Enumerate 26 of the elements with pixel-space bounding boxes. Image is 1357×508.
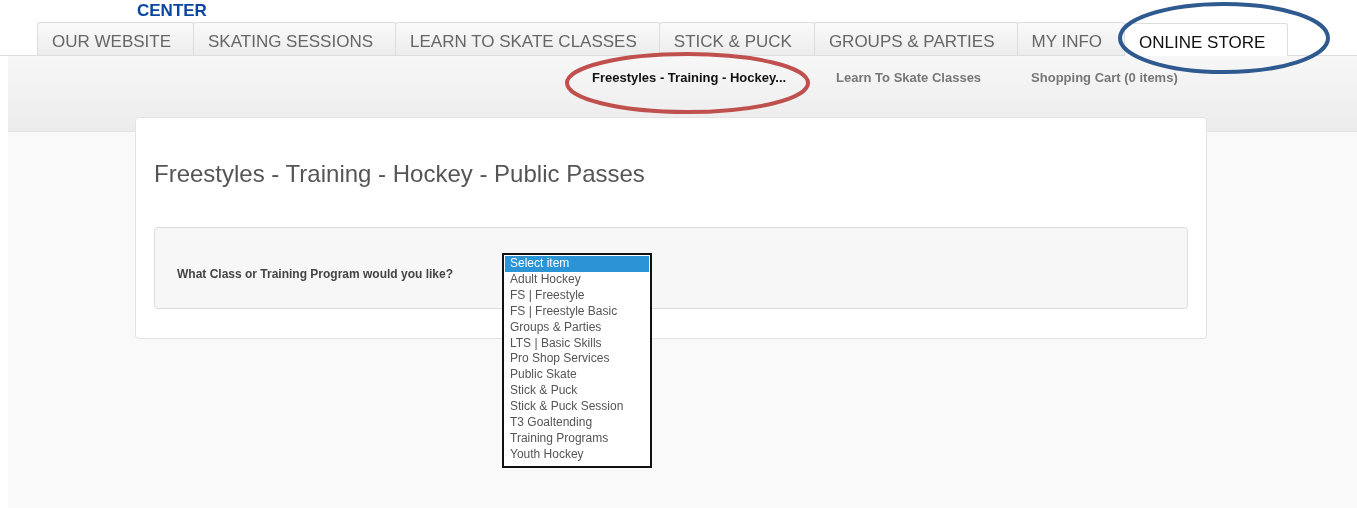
program-listbox[interactable] — [502, 253, 652, 468]
list-option[interactable]: Youth Hockey — [505, 446, 649, 463]
list-option[interactable]: Stick & Puck Session — [505, 399, 649, 416]
subnav-link[interactable]: Freestyles - Training - Hockey... — [592, 68, 787, 88]
subnav-link[interactable]: Shopping Cart (0 items) — [1031, 68, 1178, 88]
list-option[interactable]: Pro Shop Services — [505, 351, 649, 368]
list-option[interactable]: LTS | Basic Skills — [505, 335, 649, 352]
list-option[interactable]: Training Programs — [505, 430, 649, 447]
list-option[interactable]: Stick & Puck — [505, 383, 649, 400]
list-option[interactable]: Public Skate — [505, 367, 649, 384]
nav-tab[interactable]: GROUPS & PARTIES — [813, 22, 1018, 55]
nav-tab[interactable]: STICK & PUCK — [658, 22, 815, 55]
nav-tab[interactable]: MY INFO — [1016, 22, 1126, 55]
nav-tab[interactable]: ONLINE STORE — [1124, 23, 1289, 56]
list-option[interactable]: FS | Freestyle Basic — [505, 303, 649, 320]
nav-tab[interactable]: OUR WEBSITE — [37, 22, 194, 55]
logo-text: CENTER — [137, 0, 207, 22]
list-option[interactable]: Adult Hockey — [505, 271, 649, 288]
list-option[interactable]: T3 Goaltending — [505, 415, 649, 431]
question-label: What Class or Training Program would you like? — [177, 267, 454, 281]
subnav-link[interactable]: Learn To Skate Classes — [836, 68, 982, 88]
list-option[interactable]: FS | Freestyle — [505, 287, 649, 304]
nav-tab[interactable]: SKATING SESSIONS — [193, 22, 397, 55]
list-option[interactable]: Groups & Parties — [505, 319, 649, 336]
nav-tab[interactable]: LEARN TO SKATE CLASSES — [395, 22, 660, 55]
page-title: Freestyles - Training - Hockey - Public Passes — [154, 159, 646, 189]
